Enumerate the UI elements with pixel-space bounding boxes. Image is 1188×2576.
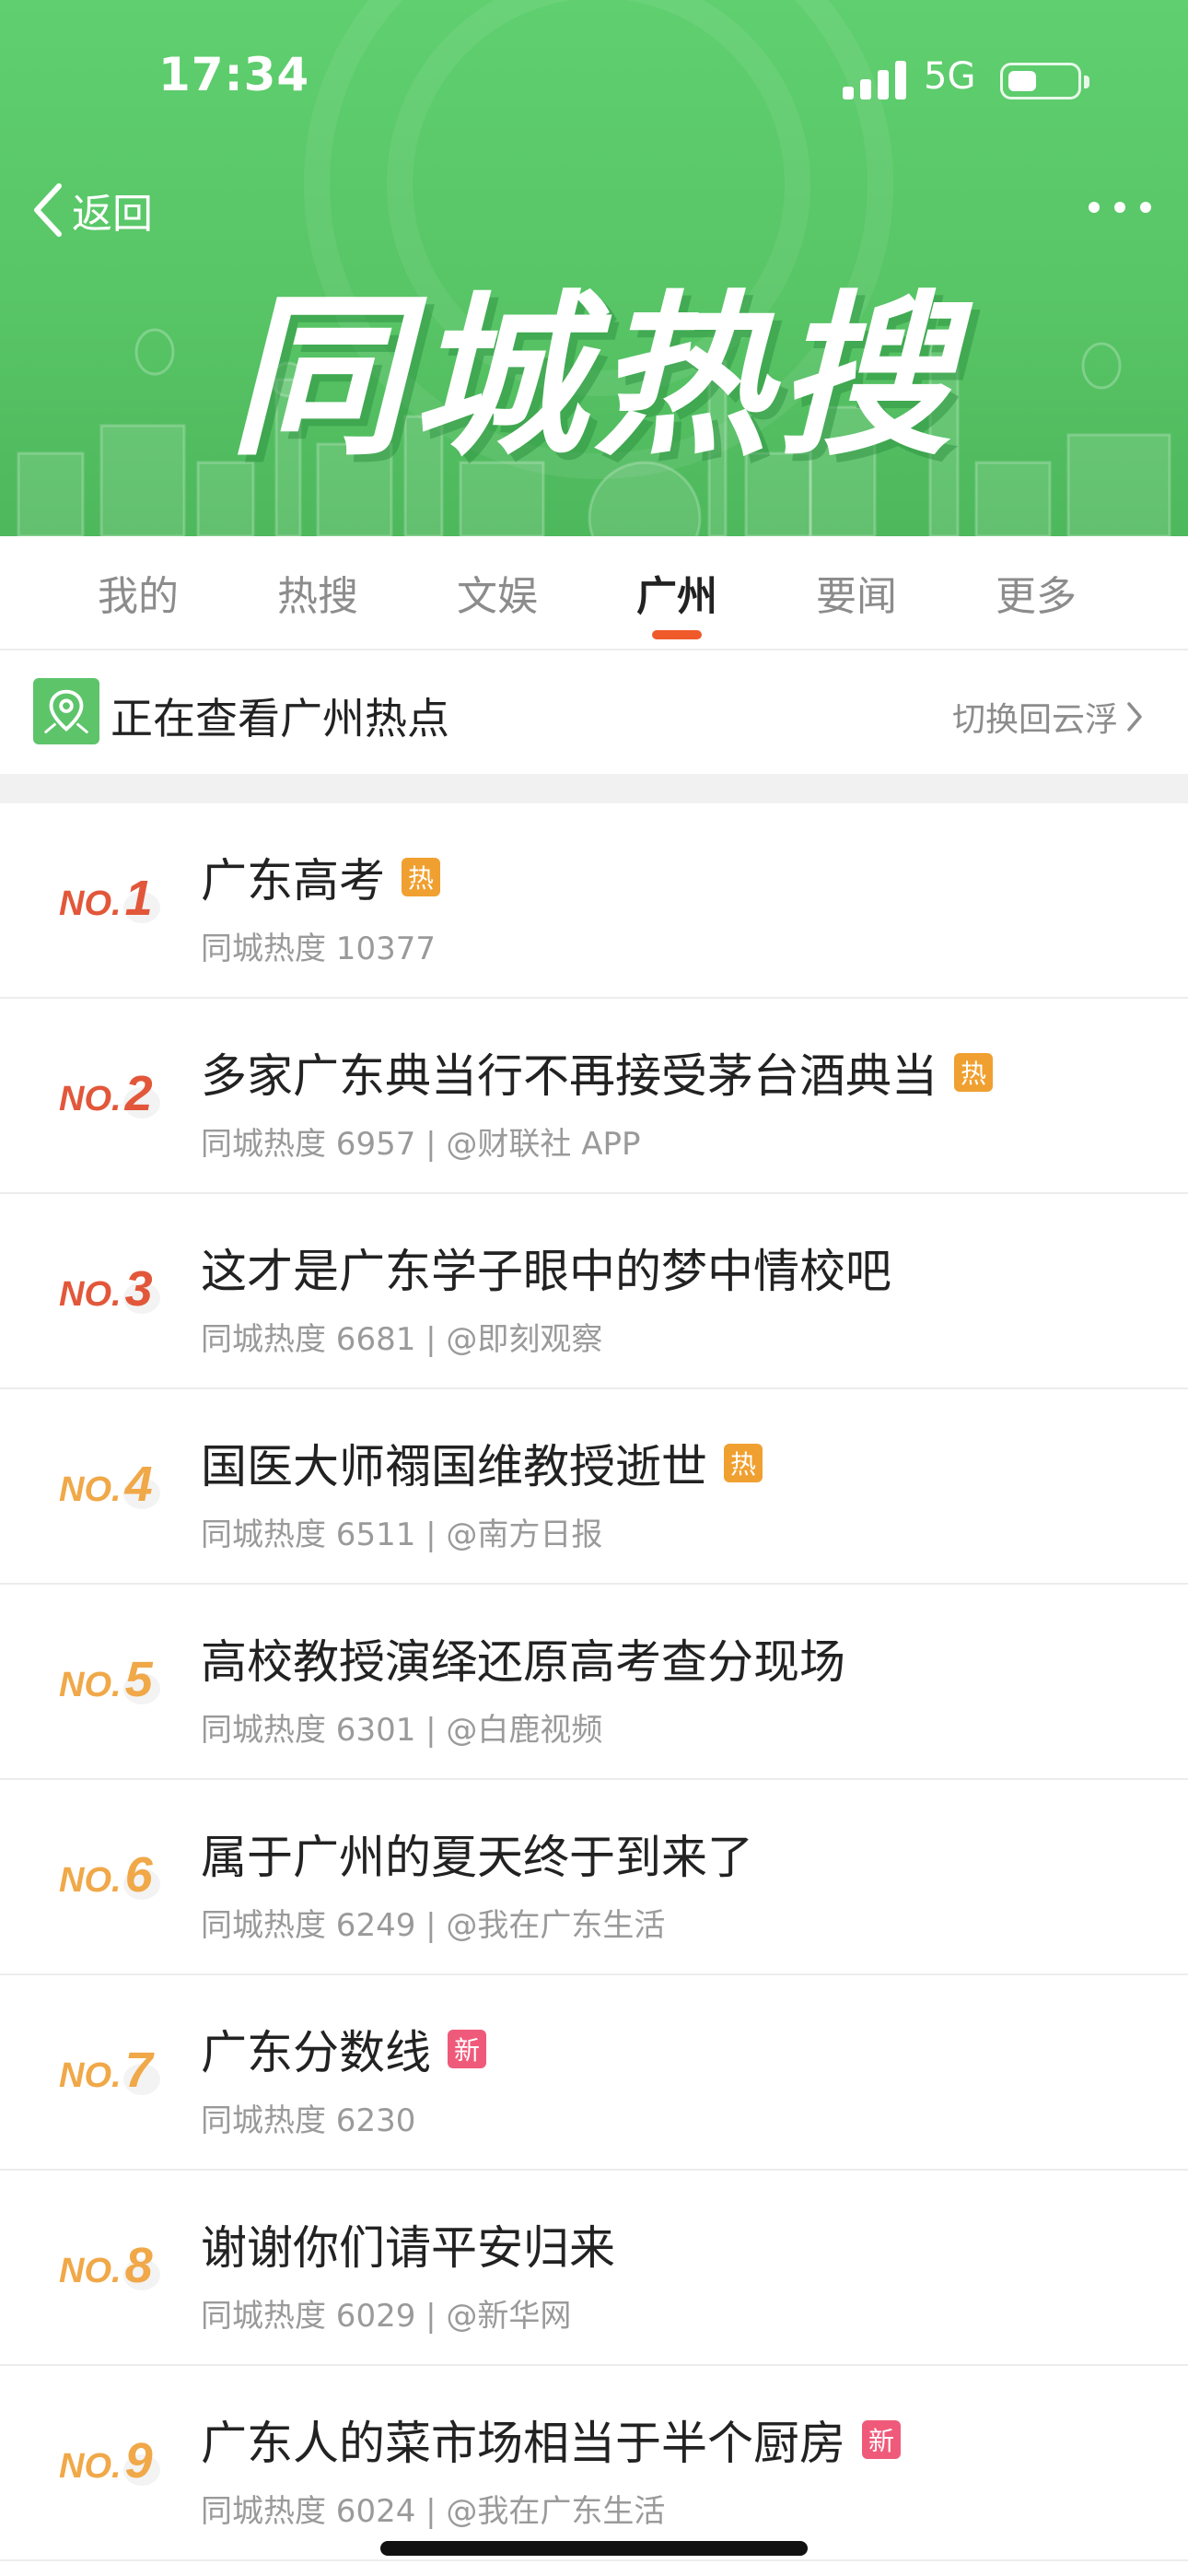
trending-title: 多家广东典当行不再接受茅台酒典当: [201, 1049, 938, 1103]
hot-tag: 热: [724, 1444, 763, 1482]
trending-item[interactable]: NO.5 高校教授演绎还原高考查分现场同城热度 6301 | @白鹿视频: [0, 1585, 1188, 1780]
location-pin-icon: [33, 678, 99, 744]
chevron-left-icon: [34, 183, 62, 237]
trending-title: 高校教授演绎还原高考查分现场: [201, 1635, 845, 1689]
trending-item[interactable]: NO.8 谢谢你们请平安归来同城热度 6029 | @新华网: [0, 2171, 1188, 2366]
rank-badge: NO.9: [59, 2427, 160, 2500]
tab-label: 要闻: [816, 573, 897, 620]
tab-more[interactable]: 更多: [953, 536, 1119, 649]
trending-meta: 同城热度 6681 | @即刻观察: [201, 1321, 603, 1358]
rank-badge: NO.4: [59, 1450, 160, 1524]
rank-number: 3: [124, 1261, 153, 1317]
tab-hot-search[interactable]: 热搜: [235, 536, 401, 649]
trending-meta: 同城热度 6957 | @财联社 APP: [201, 1126, 641, 1163]
category-tabs: 我的 热搜 文娱 广州 要闻 更多: [0, 536, 1188, 650]
rank-badge: NO.1: [59, 864, 160, 938]
trending-title: 广东分数线: [201, 2026, 431, 2079]
trending-item[interactable]: NO.6 属于广州的夏天终于到来了同城热度 6249 | @我在广东生活: [0, 1780, 1188, 1975]
rank-prefix: NO.: [59, 2252, 122, 2290]
rank-prefix: NO.: [59, 2056, 122, 2095]
tab-label: 我的: [98, 573, 179, 620]
tab-label: 更多: [996, 573, 1077, 620]
trending-meta: 同城热度 6301 | @白鹿视频: [201, 1712, 603, 1749]
trending-item[interactable]: NO.2 多家广东典当行不再接受茅台酒典当热同城热度 6957 | @财联社 AP…: [0, 999, 1188, 1194]
trending-meta: 同城热度 6511 | @南方日报: [201, 1516, 603, 1553]
tab-label: 广州: [636, 573, 717, 620]
rank-number: 6: [124, 1847, 153, 1903]
status-time: 17:34: [158, 48, 310, 101]
trending-meta: 同城热度 6024 | @我在广东生活: [201, 2493, 666, 2530]
rank-number: 4: [124, 1457, 153, 1512]
network-type: 5G: [924, 55, 976, 98]
chevron-right-icon: [1127, 702, 1142, 732]
home-indicator[interactable]: [380, 2541, 808, 2556]
back-label: 返回: [72, 191, 153, 238]
dot: [1140, 202, 1151, 213]
trending-meta: 同城热度 6029 | @新华网: [201, 2298, 572, 2335]
tab-label: 热搜: [277, 573, 358, 620]
section-divider: [0, 774, 1188, 803]
status-bar: 17:34 5G: [0, 0, 1188, 157]
location-status-text: 正在查看广州热点: [111, 694, 449, 744]
rank-prefix: NO.: [59, 1666, 122, 1704]
trending-title: 这才是广东学子眼中的梦中情校吧: [201, 1245, 891, 1298]
rank-prefix: NO.: [59, 1275, 122, 1314]
cellular-signal-icon: [843, 61, 906, 100]
trending-list: NO.1 广东高考热同城热度 10377 NO.2 多家广东典当行不再接受茅台酒典当热…: [0, 803, 1188, 2561]
active-tab-indicator: [652, 630, 702, 639]
rank-prefix: NO.: [59, 1470, 122, 1509]
rank-badge: NO.2: [59, 1060, 160, 1133]
rank-number: 5: [124, 1652, 153, 1707]
trending-item[interactable]: NO.7 广东分数线新同城热度 6230: [0, 1975, 1188, 2171]
rank-number: 2: [124, 1066, 153, 1121]
tab-label: 文娱: [457, 573, 538, 620]
dot: [1089, 202, 1100, 213]
dot: [1114, 202, 1125, 213]
trending-title: 谢谢你们请平安归来: [201, 2221, 615, 2275]
rank-number: 9: [124, 2433, 153, 2488]
banner-title: 同城热搜: [228, 275, 959, 479]
header-banner: 17:34 5G 返回 同城热搜: [0, 0, 1188, 536]
new-tag: 新: [448, 2030, 486, 2068]
trending-title: 国医大师禤国维教授逝世: [201, 1440, 707, 1493]
tab-guangzhou[interactable]: 广州: [594, 536, 760, 649]
rank-prefix: NO.: [59, 884, 122, 923]
trending-item[interactable]: NO.4 国医大师禤国维教授逝世热同城热度 6511 | @南方日报: [0, 1389, 1188, 1585]
tab-news[interactable]: 要闻: [774, 536, 939, 649]
trending-meta: 同城热度 6249 | @我在广东生活: [201, 1907, 666, 1944]
location-bar: 正在查看广州热点 切换回云浮: [0, 652, 1188, 774]
trending-meta: 同城热度 6230: [201, 2102, 416, 2139]
tab-mine[interactable]: 我的: [55, 536, 221, 649]
new-tag: 新: [862, 2420, 901, 2459]
hot-tag: 热: [954, 1053, 993, 1092]
hot-tag: 热: [402, 858, 440, 896]
trending-meta: 同城热度 10377: [201, 931, 436, 967]
trending-title: 广东人的菜市场相当于半个厨房: [201, 2417, 845, 2470]
more-options-button[interactable]: [1083, 184, 1157, 230]
trending-item[interactable]: NO.1 广东高考热同城热度 10377: [0, 803, 1188, 999]
rank-number: 8: [124, 2238, 153, 2293]
switch-city-label: 切换回云浮: [951, 701, 1118, 739]
rank-prefix: NO.: [59, 1861, 122, 1900]
rank-badge: NO.3: [59, 1255, 160, 1329]
rank-prefix: NO.: [59, 2447, 122, 2486]
rank-number: 1: [124, 871, 153, 926]
trending-item[interactable]: NO.3 这才是广东学子眼中的梦中情校吧同城热度 6681 | @即刻观察: [0, 1194, 1188, 1389]
trending-item[interactable]: NO.9 广东人的菜市场相当于半个厨房新同城热度 6024 | @我在广东生活: [0, 2366, 1188, 2561]
battery-icon: [1000, 63, 1089, 100]
rank-badge: NO.7: [59, 2036, 160, 2110]
rank-badge: NO.5: [59, 1645, 160, 1719]
rank-prefix: NO.: [59, 1080, 122, 1118]
rank-badge: NO.8: [59, 2231, 160, 2305]
trending-title: 属于广州的夏天终于到来了: [201, 1831, 753, 1884]
trending-title: 广东高考: [201, 854, 385, 907]
rank-number: 7: [124, 2043, 153, 2098]
tab-entertainment[interactable]: 文娱: [414, 536, 580, 649]
rank-badge: NO.6: [59, 1841, 160, 1914]
switch-city-link[interactable]: 切换回云浮: [952, 693, 1144, 741]
